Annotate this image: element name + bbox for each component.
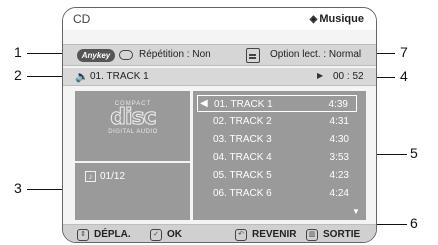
bottom-help-bar: ⇕ DÉPLA. ✓ OK ↶ REVENIR ▥ SORTIE — [63, 224, 376, 242]
ok-label[interactable]: OK — [167, 229, 182, 240]
track-duration: 4:31 — [329, 116, 349, 127]
screen-title: CD — [73, 12, 91, 26]
track-duration: 4:30 — [329, 134, 349, 145]
track-name: 01. TRACK 1 — [214, 99, 273, 110]
repeat-icon — [119, 50, 133, 60]
callout-3: 3 — [14, 180, 22, 196]
return-icon: ↶ — [235, 229, 247, 241]
scroll-down-icon[interactable]: ▼ — [352, 207, 360, 216]
callout-1: 1 — [14, 44, 22, 60]
track-row[interactable]: ◀ 01. TRACK 1 4:39 — [197, 95, 357, 112]
ok-icon: ✓ — [150, 229, 162, 241]
track-duration: 4:24 — [329, 188, 349, 199]
now-playing-bar: 🔈 01. TRACK 1 ▶ 00 : 52 — [63, 68, 376, 86]
mode-label: ◈ Musique — [310, 13, 364, 25]
options-bar: Anykey Répétition : Non Option lect. : N… — [63, 44, 376, 66]
playback-option-icon — [246, 48, 260, 63]
callout-7: 7 — [400, 44, 408, 60]
playback-option-status[interactable]: Option lect. : Normal — [270, 49, 361, 60]
callout-2: 2 — [14, 67, 22, 83]
logo-digital-audio-text: DIGITAL AUDIO — [108, 129, 158, 135]
track-name: 02. TRACK 2 — [213, 116, 272, 127]
track-duration: 4:39 — [328, 99, 348, 110]
track-name: 03. TRACK 3 — [213, 134, 272, 145]
exit-label[interactable]: SORTIE — [323, 229, 360, 240]
track-list: ◀ 01. TRACK 1 4:39 02. TRACK 2 4:31 03. … — [193, 91, 366, 220]
move-icon: ⇕ — [77, 229, 89, 241]
track-count: 01/12 — [100, 171, 126, 182]
track-duration: 3:53 — [329, 152, 349, 163]
track-name: 04. TRACK 4 — [213, 152, 272, 163]
repeat-status[interactable]: Répétition : Non — [139, 49, 211, 60]
anykey-button[interactable]: Anykey — [77, 49, 115, 62]
music-note-icon: ♪ — [85, 171, 96, 182]
title-bar: CD ◈ Musique — [63, 8, 376, 30]
track-row[interactable]: 03. TRACK 3 4:30 — [197, 131, 357, 148]
track-name: 06. TRACK 6 — [213, 188, 272, 199]
elapsed-time: 00 : 52 — [333, 71, 364, 82]
move-label[interactable]: DÉPLA. — [94, 229, 131, 240]
track-duration: 4:23 — [329, 170, 349, 181]
callout-5: 5 — [410, 145, 418, 161]
disc-diamond-icon: ◈ — [309, 14, 318, 25]
logo-disc-word: disc — [110, 105, 157, 130]
track-row[interactable]: 05. TRACK 5 4:23 — [197, 167, 357, 184]
callout-4: 4 — [400, 68, 408, 84]
speaker-icon: 🔈 — [75, 71, 89, 83]
disc-info-panel: COMPACT disc DIGITAL AUDIO — [75, 91, 190, 161]
track-row[interactable]: 02. TRACK 2 4:31 — [197, 113, 357, 130]
callout-6: 6 — [410, 215, 418, 231]
current-track-icon: ◀ — [200, 98, 208, 109]
exit-icon: ▥ — [306, 229, 318, 241]
play-icon: ▶ — [317, 71, 324, 80]
track-count-panel: ♪ 01/12 — [75, 163, 190, 220]
compact-disc-logo: COMPACT disc DIGITAL AUDIO — [103, 101, 163, 151]
mode-label-text: Musique — [319, 13, 364, 25]
return-label[interactable]: REVENIR — [252, 229, 296, 240]
track-row[interactable]: 06. TRACK 6 4:24 — [197, 185, 357, 202]
track-row[interactable]: 04. TRACK 4 3:53 — [197, 149, 357, 166]
now-playing-track: 01. TRACK 1 — [90, 71, 149, 82]
track-name: 05. TRACK 5 — [213, 170, 272, 181]
cd-player-screen: CD ◈ Musique Anykey Répétition : Non Opti… — [62, 7, 377, 243]
